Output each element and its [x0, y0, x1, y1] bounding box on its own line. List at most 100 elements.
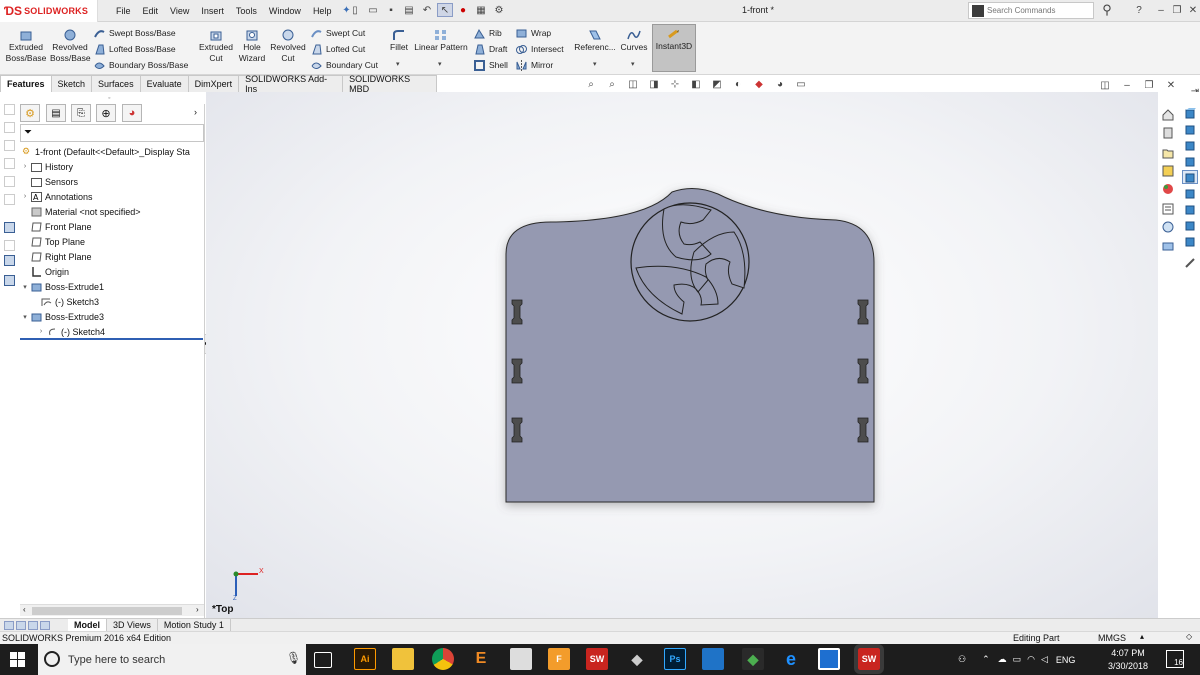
tree-item-boss-extrude3[interactable]: ▾ Boss-Extrude3: [20, 309, 104, 324]
swept-cut-button[interactable]: Swept Cut: [311, 26, 365, 40]
std-view-icon[interactable]: [1182, 122, 1198, 136]
options-gear-icon[interactable]: ⚙: [491, 3, 507, 17]
last-tab-icon[interactable]: [40, 620, 50, 630]
viewport-close-icon[interactable]: ✕: [1163, 78, 1179, 92]
status-options-icon[interactable]: ◇: [1186, 632, 1192, 641]
task-view-icon[interactable]: [314, 652, 332, 668]
boundary-boss-button[interactable]: Boundary Boss/Base: [94, 58, 188, 72]
eclipse-e-icon[interactable]: E: [470, 648, 492, 670]
collapse-arrow-icon[interactable]: ▾: [20, 313, 30, 321]
menu-help[interactable]: Help: [307, 6, 338, 16]
std-view-top-icon[interactable]: [1182, 170, 1198, 184]
windows-start-icon[interactable]: [10, 652, 25, 669]
file-properties-icon[interactable]: ▦: [473, 3, 489, 17]
lofted-cut-button[interactable]: Lofted Cut: [311, 42, 365, 56]
linear-pattern-dropdown-icon[interactable]: ▾: [438, 60, 442, 68]
taskbar-clock[interactable]: 4:07 PM 3/30/2018: [1098, 647, 1158, 673]
dynamic-annotation-icon[interactable]: ⊹: [667, 77, 683, 91]
std-view-icon[interactable]: [1182, 106, 1198, 120]
tree-root-part[interactable]: ⚙ 1-front (Default<<Default>_Display Sta: [20, 144, 190, 159]
draft-button[interactable]: Draft: [474, 42, 507, 56]
tab-3d-views[interactable]: 3D Views: [107, 618, 158, 632]
solidworks-active-taskbar-icon[interactable]: SW: [854, 644, 884, 674]
featuremanager-tab[interactable]: ⚙: [20, 104, 40, 122]
first-tab-icon[interactable]: [4, 620, 14, 630]
tree-item-sketch4[interactable]: › (-) Sketch4: [36, 324, 105, 339]
restore-icon[interactable]: ❐: [1169, 3, 1185, 17]
tree-item-sketch3[interactable]: (-) Sketch3: [40, 294, 99, 309]
network-icon[interactable]: ◠: [1027, 654, 1035, 665]
solidworks-taskbar-icon[interactable]: SW: [586, 648, 608, 670]
people-icon[interactable]: ⚇: [958, 654, 966, 665]
viewport-minimize-icon[interactable]: –: [1119, 78, 1135, 92]
tree-item-annotations[interactable]: › A Annotations: [20, 189, 93, 204]
tab-mbd[interactable]: SOLIDWORKS MBD: [342, 74, 437, 94]
fillet-button[interactable]: Fillet: [388, 26, 410, 53]
viewport-split-icon[interactable]: ◫: [1097, 78, 1113, 92]
tab-model[interactable]: Model: [68, 618, 107, 632]
photoshop-icon[interactable]: Ps: [664, 648, 686, 670]
next-tab-icon[interactable]: [28, 620, 38, 630]
cloud-icon[interactable]: ☁: [998, 654, 1007, 665]
solidworks-logo[interactable]: ƊS SOLIDWORKS: [0, 0, 98, 22]
toolbox-icon[interactable]: [1160, 238, 1176, 252]
std-view-icon[interactable]: [1182, 202, 1198, 216]
curves-dropdown-icon[interactable]: ▾: [631, 60, 635, 68]
display-style-icon[interactable]: ◩: [709, 77, 725, 91]
tree-filter-bar[interactable]: ⏷: [20, 124, 204, 142]
reference-dropdown-icon[interactable]: ▾: [593, 60, 597, 68]
tree-item-origin[interactable]: Origin: [20, 264, 69, 279]
strip-item-icon[interactable]: [4, 194, 15, 205]
design-library-icon[interactable]: [1160, 126, 1176, 140]
std-view-icon[interactable]: [1182, 138, 1198, 152]
undo-icon[interactable]: ↶: [419, 3, 435, 17]
hide-show-icon[interactable]: ◐: [730, 77, 746, 91]
configurationmanager-tab[interactable]: ⎘: [71, 104, 91, 122]
tab-addins[interactable]: SOLIDWORKS Add-Ins: [238, 74, 344, 94]
apply-scene-icon[interactable]: ◕: [772, 77, 788, 91]
taskbar-search-box[interactable]: Type here to search 🎙︎: [38, 644, 306, 675]
action-center-icon[interactable]: 16: [1166, 650, 1184, 668]
std-view-icon[interactable]: [1182, 154, 1198, 168]
app-icon[interactable]: [510, 648, 532, 670]
solidworks-resources-icon[interactable]: [1160, 108, 1176, 122]
displaymanager-tab[interactable]: ◕: [122, 104, 142, 122]
help-icon[interactable]: ?: [1131, 3, 1147, 17]
instant3d-button[interactable]: Instant3D: [652, 24, 696, 72]
volume-icon[interactable]: ◁: [1041, 654, 1048, 665]
tab-sketch[interactable]: Sketch: [50, 75, 93, 92]
show-hidden-icons[interactable]: ⌃: [982, 654, 990, 665]
print-icon[interactable]: ▤: [401, 3, 417, 17]
illustrator-icon[interactable]: Ai: [354, 648, 376, 670]
intersect-button[interactable]: Intersect: [516, 42, 564, 56]
strip-item-icon[interactable]: [4, 104, 15, 115]
open-icon[interactable]: ▭: [365, 3, 381, 17]
appearances-icon[interactable]: [1160, 182, 1176, 196]
tree-item-right-plane[interactable]: Right Plane: [20, 249, 92, 264]
std-view-icon[interactable]: [1182, 234, 1198, 248]
panel-more-arrow-icon[interactable]: ›: [194, 107, 197, 117]
scroll-left-icon[interactable]: ‹: [23, 605, 26, 614]
units-dropdown-icon[interactable]: ▴: [1140, 632, 1144, 641]
menu-window[interactable]: Window: [263, 6, 307, 16]
linear-pattern-button[interactable]: Linear Pattern: [412, 26, 470, 53]
tree-item-front-plane[interactable]: Front Plane: [20, 219, 92, 234]
revolved-boss-button[interactable]: Revolved Boss/Base: [50, 26, 91, 64]
strip-item-icon[interactable]: [4, 222, 15, 233]
strip-item-icon[interactable]: [4, 240, 15, 251]
app-icon[interactable]: [818, 648, 840, 670]
scrollbar-thumb[interactable]: [32, 607, 182, 615]
mirror-button[interactable]: Mirror: [516, 58, 553, 72]
scroll-right-icon[interactable]: ›: [196, 605, 199, 614]
tree-item-history[interactable]: › History: [20, 159, 73, 174]
expand-arrow-icon[interactable]: ›: [36, 328, 46, 335]
propertymanager-tab[interactable]: ▤: [46, 104, 66, 122]
app-icon[interactable]: F: [548, 648, 570, 670]
strip-item-icon[interactable]: [4, 176, 15, 187]
hole-wizard-button[interactable]: Hole Wizard: [236, 26, 268, 64]
link-view-icon[interactable]: [1182, 256, 1198, 270]
language-indicator[interactable]: ENG: [1056, 655, 1076, 665]
zoom-to-area-icon[interactable]: ⌕: [604, 77, 620, 91]
menu-tools[interactable]: Tools: [230, 6, 263, 16]
select-icon[interactable]: ↖: [437, 3, 453, 17]
